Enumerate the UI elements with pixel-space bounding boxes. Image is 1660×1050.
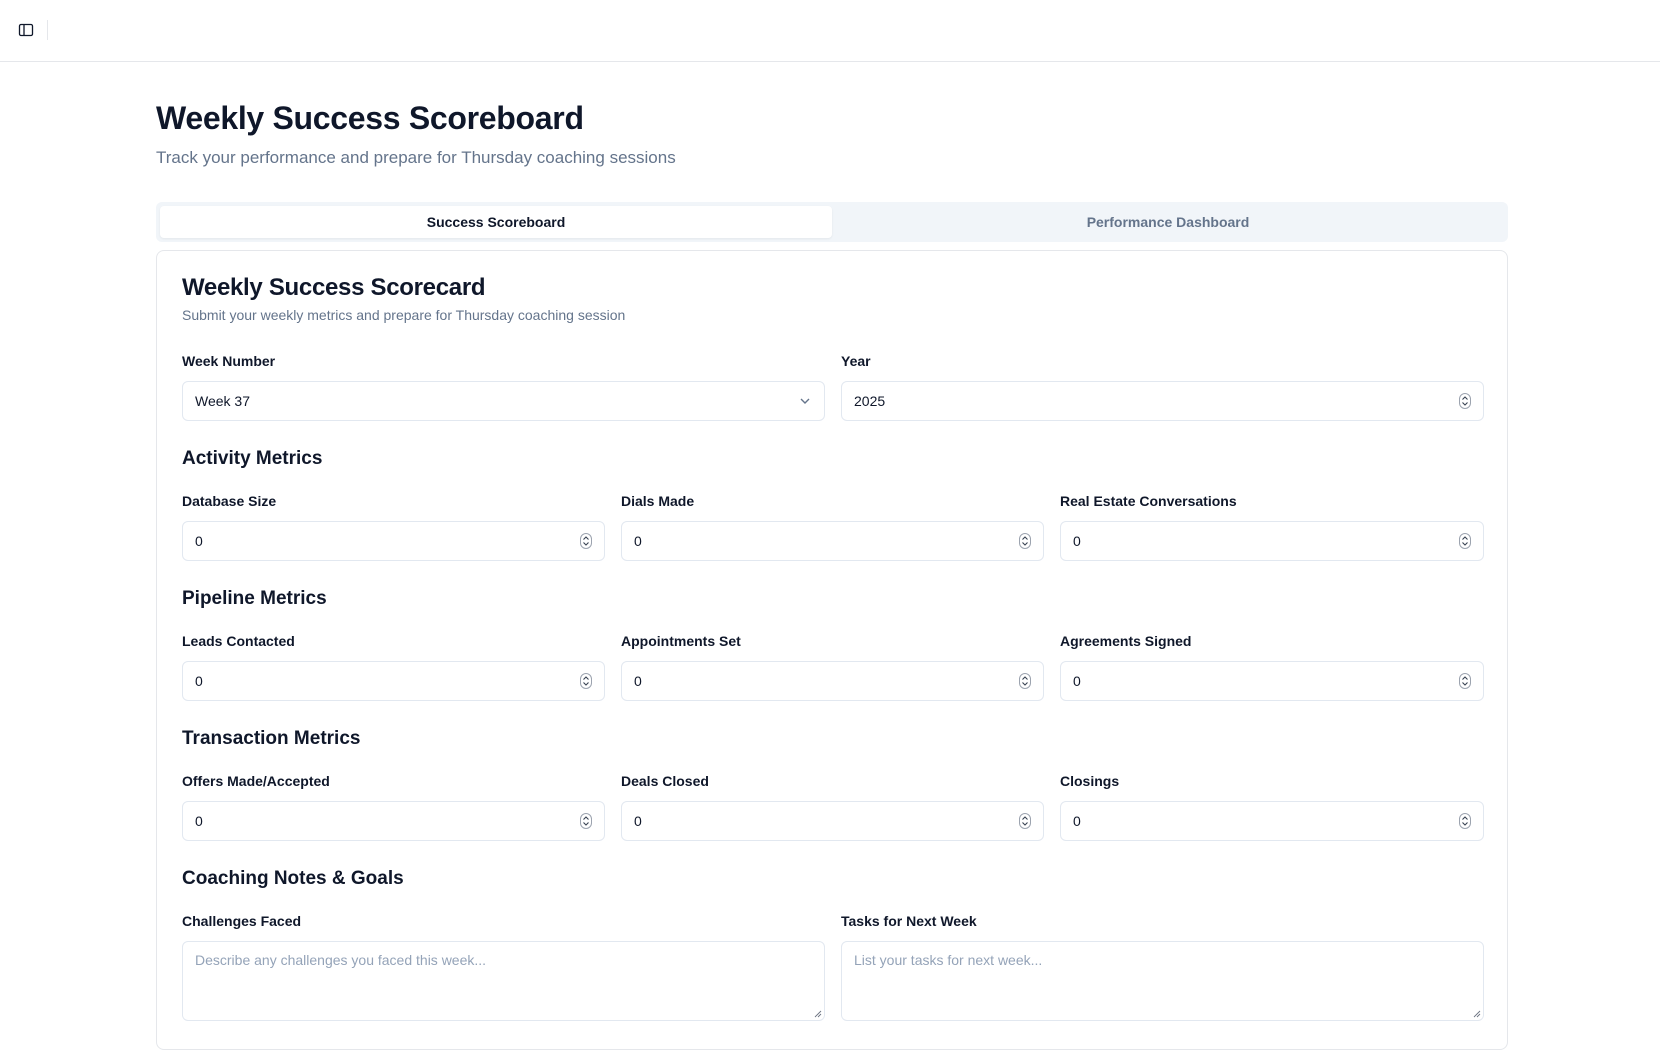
- appointments-set-input[interactable]: 0: [621, 661, 1044, 701]
- number-spinner-icon[interactable]: [1019, 533, 1031, 549]
- number-spinner-icon[interactable]: [1459, 533, 1471, 549]
- year-value: 2025: [854, 393, 886, 409]
- real-estate-conversations-label: Real Estate Conversations: [1060, 493, 1237, 509]
- number-spinner-icon[interactable]: [1459, 673, 1471, 689]
- sidebar-toggle-button[interactable]: [14, 18, 38, 42]
- deals-closed-value: 0: [634, 813, 642, 829]
- number-spinner-icon[interactable]: [1459, 813, 1471, 829]
- card-subtitle: Submit your weekly metrics and prepare f…: [182, 307, 626, 323]
- tab-performance-dashboard[interactable]: Performance Dashboard: [832, 206, 1504, 238]
- real-estate-conversations-value: 0: [1073, 533, 1081, 549]
- week-number-select[interactable]: Week 37: [182, 381, 825, 421]
- number-spinner-icon[interactable]: [1459, 393, 1471, 409]
- leads-contacted-label: Leads Contacted: [182, 633, 295, 649]
- top-bar: [0, 0, 1660, 62]
- database-size-input[interactable]: 0: [182, 521, 605, 561]
- deals-closed-input[interactable]: 0: [621, 801, 1044, 841]
- leads-contacted-input[interactable]: 0: [182, 661, 605, 701]
- dials-made-input[interactable]: 0: [621, 521, 1044, 561]
- chevron-down-icon: [800, 398, 810, 404]
- number-spinner-icon[interactable]: [1019, 673, 1031, 689]
- tab-list: Success Scoreboard Performance Dashboard: [156, 202, 1508, 242]
- page-subtitle: Track your performance and prepare for T…: [156, 148, 676, 167]
- appointments-set-label: Appointments Set: [621, 633, 741, 649]
- deals-closed-label: Deals Closed: [621, 773, 709, 789]
- topbar-divider: [47, 20, 48, 40]
- offers-made-value: 0: [195, 813, 203, 829]
- offers-made-label: Offers Made/Accepted: [182, 773, 330, 789]
- leads-contacted-value: 0: [195, 673, 203, 689]
- dials-made-value: 0: [634, 533, 642, 549]
- number-spinner-icon[interactable]: [580, 533, 592, 549]
- agreements-signed-label: Agreements Signed: [1060, 633, 1192, 649]
- card-title: Weekly Success Scorecard: [182, 274, 486, 301]
- number-spinner-icon[interactable]: [580, 673, 592, 689]
- challenges-faced-textarea[interactable]: Describe any challenges you faced this w…: [182, 941, 825, 1021]
- closings-input[interactable]: 0: [1060, 801, 1484, 841]
- resize-grip-icon[interactable]: [1473, 1010, 1481, 1018]
- week-number-value: Week 37: [195, 393, 250, 409]
- agreements-signed-input[interactable]: 0: [1060, 661, 1484, 701]
- appointments-set-value: 0: [634, 673, 642, 689]
- page-title: Weekly Success Scoreboard: [156, 100, 584, 136]
- real-estate-conversations-input[interactable]: 0: [1060, 521, 1484, 561]
- agreements-signed-value: 0: [1073, 673, 1081, 689]
- sidebar-toggle-icon: [18, 23, 34, 37]
- tasks-next-week-label: Tasks for Next Week: [841, 913, 977, 929]
- database-size-value: 0: [195, 533, 203, 549]
- activity-metrics-title: Activity Metrics: [182, 448, 323, 469]
- number-spinner-icon[interactable]: [1019, 813, 1031, 829]
- tasks-next-week-placeholder: List your tasks for next week...: [854, 952, 1043, 968]
- year-input[interactable]: 2025: [841, 381, 1484, 421]
- week-number-label: Week Number: [182, 353, 276, 369]
- challenges-faced-placeholder: Describe any challenges you faced this w…: [195, 952, 487, 968]
- number-spinner-icon[interactable]: [580, 813, 592, 829]
- scorecard-card: Weekly Success Scorecard Submit your wee…: [156, 250, 1508, 1050]
- challenges-faced-label: Challenges Faced: [182, 913, 302, 929]
- transaction-metrics-title: Transaction Metrics: [182, 728, 361, 749]
- offers-made-input[interactable]: 0: [182, 801, 605, 841]
- database-size-label: Database Size: [182, 493, 277, 509]
- coaching-notes-title: Coaching Notes & Goals: [182, 868, 404, 889]
- closings-value: 0: [1073, 813, 1081, 829]
- dials-made-label: Dials Made: [621, 493, 695, 509]
- pipeline-metrics-title: Pipeline Metrics: [182, 588, 327, 609]
- resize-grip-icon[interactable]: [814, 1010, 822, 1018]
- tab-success-scoreboard[interactable]: Success Scoreboard: [160, 206, 832, 238]
- tasks-next-week-textarea[interactable]: List your tasks for next week...: [841, 941, 1484, 1021]
- closings-label: Closings: [1060, 773, 1120, 789]
- year-label: Year: [841, 353, 871, 369]
